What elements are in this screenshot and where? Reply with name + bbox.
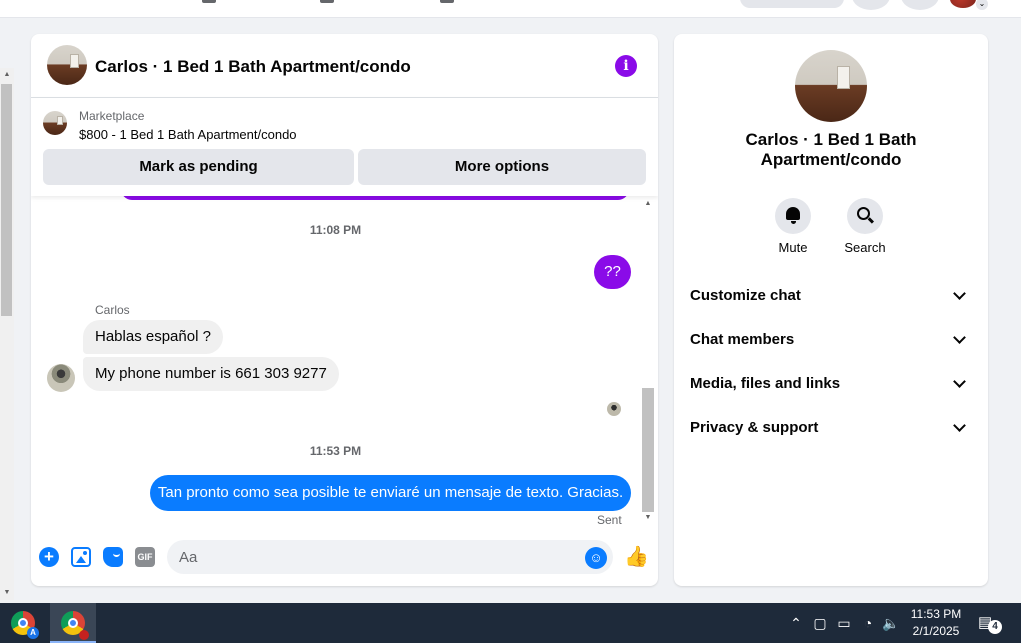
page-scrollbar[interactable]: ▲ ▼ <box>0 68 14 600</box>
taskbar: A ⌃ ▢ ▭ ◔ 🔈 11:53 PM 2/1/2025 ▤ 4 <box>0 603 1021 643</box>
mute-label: Mute <box>778 240 808 255</box>
message-timestamp: 11:08 PM <box>309 223 362 237</box>
notification-center-icon[interactable]: ▤ 4 <box>978 614 1002 634</box>
chevron-down-icon <box>950 374 970 394</box>
chat-title[interactable]: Carlos · 1 Bed 1 Bath Apartment/condo <box>95 57 411 77</box>
message-timestamp: 11:53 PM <box>309 444 362 458</box>
outgoing-message-bubble[interactable]: ?? <box>594 255 631 289</box>
search-button[interactable]: Search <box>835 198 895 255</box>
nav-marketplace-icon[interactable] <box>440 0 454 3</box>
messenger-nav-button[interactable] <box>852 0 890 10</box>
listing-avatar-large[interactable] <box>795 50 867 122</box>
chevron-down-icon <box>950 286 970 306</box>
message-list-scrollbar[interactable]: ▲ ▼ <box>640 196 654 526</box>
sender-avatar[interactable] <box>47 364 75 392</box>
search-label: Search <box>844 240 886 255</box>
listing-thumbnail[interactable] <box>43 111 67 135</box>
bell-icon <box>786 207 800 224</box>
nav-video-icon[interactable] <box>320 0 334 3</box>
profile-avatar[interactable] <box>950 0 976 8</box>
message-scrollbar-thumb[interactable] <box>642 388 654 512</box>
previous-message-bubble[interactable] <box>121 196 629 200</box>
message-composer: + GIF ☺ 👍 <box>31 534 658 586</box>
notifications-nav-button[interactable] <box>901 0 939 10</box>
chat-header: Carlos · 1 Bed 1 Bath Apartment/condo i <box>31 34 658 98</box>
nav-home-icon[interactable] <box>202 0 216 3</box>
taskbar-chrome-profile-a[interactable]: A <box>0 603 46 643</box>
scroll-down-arrow-icon[interactable]: ▼ <box>642 512 654 524</box>
chevron-down-icon[interactable]: ⌄ <box>976 0 988 10</box>
sticker-icon[interactable] <box>103 547 123 567</box>
thumbs-up-icon[interactable]: 👍 <box>624 545 649 569</box>
taskbar-chrome-active[interactable] <box>50 603 96 643</box>
info-icon[interactable]: i <box>615 55 637 77</box>
clock-date: 2/1/2025 <box>912 624 960 638</box>
marketplace-listing-banner: Marketplace $800 - 1 Bed 1 Bath Apartmen… <box>31 98 658 196</box>
seen-receipt-avatar <box>607 402 621 416</box>
chat-window: Carlos · 1 Bed 1 Bath Apartment/condo i … <box>31 34 658 586</box>
search-icon <box>857 207 870 220</box>
volume-icon[interactable]: 🔈 <box>882 614 900 632</box>
chevron-down-icon <box>950 418 970 438</box>
battery-icon[interactable]: ▭ <box>836 614 852 632</box>
scroll-up-arrow-icon[interactable]: ▲ <box>0 68 14 82</box>
outgoing-message-bubble[interactable]: Tan pronto como sea posible te enviaré u… <box>150 475 631 511</box>
message-list: 11:08 PM ?? Carlos Hablas español ? My p… <box>31 196 658 526</box>
nav-search-pill[interactable] <box>740 0 844 8</box>
section-label: Privacy & support <box>690 419 819 436</box>
photo-icon[interactable] <box>71 547 91 567</box>
incoming-message-bubble[interactable]: My phone number is 661 303 9277 <box>83 357 339 391</box>
meet-now-icon[interactable]: ▢ <box>812 614 828 632</box>
listing-price-title[interactable]: $800 - 1 Bed 1 Bath Apartment/condo <box>79 127 297 142</box>
page-scrollbar-thumb[interactable] <box>1 84 12 316</box>
show-hidden-icons-icon[interactable]: ⌃ <box>788 614 804 632</box>
section-privacy-support[interactable]: Privacy & support <box>682 408 980 448</box>
section-customize-chat[interactable]: Customize chat <box>682 276 980 316</box>
message-input[interactable] <box>167 540 613 574</box>
clock-time: 11:53 PM <box>910 607 962 621</box>
section-chat-members[interactable]: Chat members <box>682 320 980 360</box>
more-options-button[interactable]: More options <box>358 149 646 185</box>
message-status: Sent <box>597 513 622 526</box>
mark-as-pending-button[interactable]: Mark as pending <box>43 149 354 185</box>
wifi-icon[interactable]: ◔ <box>860 614 876 632</box>
scroll-up-arrow-icon[interactable]: ▲ <box>642 198 654 210</box>
section-media-files-links[interactable]: Media, files and links <box>682 364 980 404</box>
profile-badge-red <box>79 630 89 640</box>
system-clock[interactable]: 11:53 PM 2/1/2025 <box>906 606 966 640</box>
scroll-down-arrow-icon[interactable]: ▼ <box>0 586 14 600</box>
incoming-message-bubble[interactable]: Hablas español ? <box>83 320 223 354</box>
notification-count: 4 <box>988 620 1002 634</box>
section-label: Customize chat <box>690 287 801 304</box>
listing-avatar[interactable] <box>47 45 87 85</box>
section-label: Media, files and links <box>690 375 841 392</box>
plus-icon[interactable]: + <box>39 547 59 567</box>
conversation-info-panel: Carlos · 1 Bed 1 Bath Apartment/condo Mu… <box>674 34 988 586</box>
mute-button[interactable]: Mute <box>763 198 823 255</box>
chevron-down-icon <box>950 330 970 350</box>
top-navigation-bar: ⌄ <box>0 0 1021 18</box>
section-label: Chat members <box>690 331 795 348</box>
emoji-icon[interactable]: ☺ <box>585 547 607 569</box>
conversation-title: Carlos · 1 Bed 1 Bath Apartment/condo <box>745 130 917 169</box>
profile-badge: A <box>27 627 39 639</box>
marketplace-label: Marketplace <box>79 109 145 123</box>
gif-icon[interactable]: GIF <box>135 547 155 567</box>
sender-name: Carlos <box>95 303 130 317</box>
